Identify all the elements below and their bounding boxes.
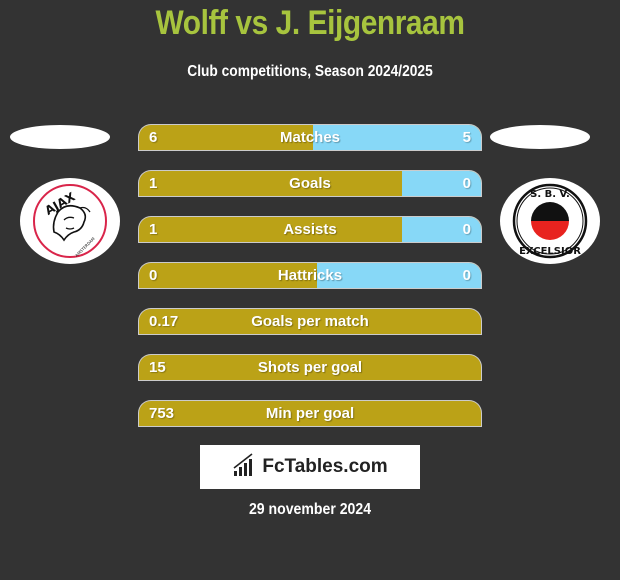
- stat-label: Min per goal: [265, 405, 355, 422]
- excelsior-logo-top-text: S. B. V.: [530, 189, 570, 200]
- date-label: 29 november 2024: [248, 501, 372, 518]
- stat-label: Goals per match: [251, 313, 369, 330]
- page-subtitle: Club competitions, Season 2024/2025: [187, 63, 433, 80]
- left-value: 0.17: [149, 313, 179, 330]
- right-value: 5: [462, 129, 471, 146]
- left-value: 753: [149, 405, 175, 422]
- stat-label: Matches: [279, 129, 341, 146]
- left-value: 1: [149, 175, 158, 192]
- right-value: 0: [462, 221, 471, 238]
- left-value: 0: [149, 267, 158, 284]
- bar-chart-icon: [232, 452, 256, 482]
- stat-label: Shots per goal: [257, 359, 363, 376]
- left-value: 1: [149, 221, 158, 238]
- excelsior-logo-bottom-text: EXCELSIOR: [519, 246, 581, 257]
- brand-name: FcTables.com: [262, 456, 388, 477]
- stat-row-shots-per-goal: Shots per goal 15: [139, 355, 481, 380]
- right-value: 0: [462, 175, 471, 192]
- excelsior-crest-icon: S. B. V. EXCELSIOR: [500, 178, 600, 264]
- stat-row-assists: Assists 1 0: [139, 217, 481, 242]
- stat-label: Goals: [289, 175, 331, 192]
- stat-row-goals-per-match: Goals per match 0.17: [139, 309, 481, 334]
- stat-label: Assists: [283, 221, 337, 238]
- ajax-crest-icon: AJAX AMSTERDAM: [20, 178, 120, 264]
- page-title: Wolff vs J. Eijgenraam: [155, 4, 465, 42]
- stat-label: Hattricks: [277, 267, 343, 284]
- fctables-brand[interactable]: FcTables.com: [200, 445, 420, 489]
- left-value: 15: [149, 359, 166, 376]
- right-player-oval: [490, 125, 590, 149]
- right-value: 0: [462, 267, 471, 284]
- left-value: 6: [149, 129, 158, 146]
- stat-row-min-per-goal: Min per goal 753: [139, 401, 481, 426]
- stat-row-matches: Matches 6 5: [139, 125, 481, 150]
- stat-row-goals: Goals 1 0: [139, 171, 481, 196]
- stat-row-hattricks: Hattricks 0 0: [139, 263, 481, 288]
- left-player-oval: [10, 125, 110, 149]
